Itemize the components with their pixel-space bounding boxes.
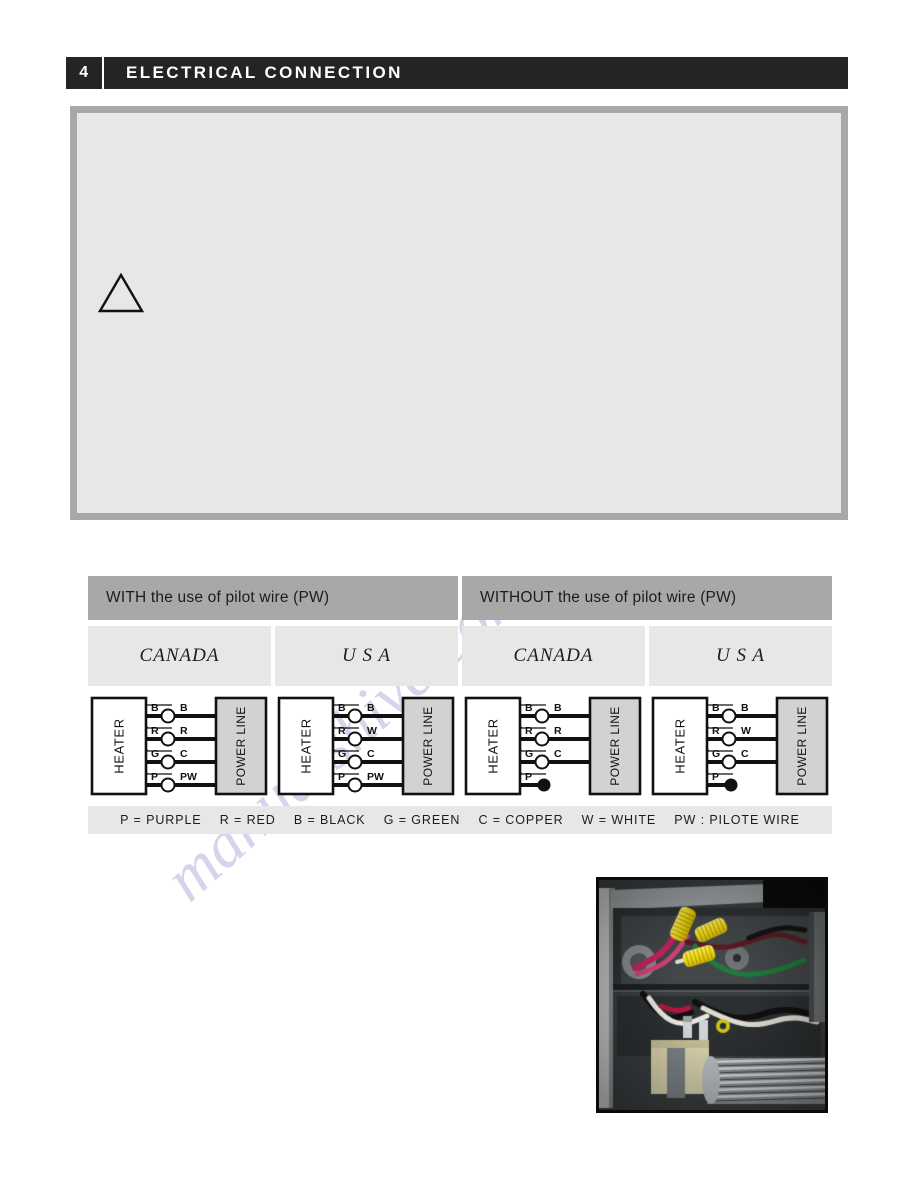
warning-triangle-icon bbox=[97, 272, 145, 313]
svg-text:P: P bbox=[525, 771, 532, 783]
svg-text:W: W bbox=[367, 725, 377, 737]
svg-text:B: B bbox=[712, 702, 720, 714]
svg-text:HEATER: HEATER bbox=[486, 718, 501, 773]
svg-text:POWER LINE: POWER LINE bbox=[795, 706, 809, 785]
legend-item: B = BLACK bbox=[293, 813, 366, 827]
svg-text:B: B bbox=[151, 702, 159, 714]
svg-text:PW: PW bbox=[367, 771, 384, 783]
svg-text:P: P bbox=[151, 771, 158, 783]
wiring-table-country-row: CANADA U S A CANADA U S A bbox=[88, 626, 832, 686]
diagram-with-canada: HEATER POWER LINE B B R R G C P PW bbox=[88, 694, 271, 798]
wiring-legend-row: P = PURPLE R = RED B = BLACK G = GREEN C… bbox=[88, 806, 832, 834]
svg-text:B: B bbox=[525, 702, 533, 714]
svg-text:G: G bbox=[151, 748, 159, 760]
svg-text:B: B bbox=[180, 702, 188, 714]
section-header-bar: 4 ELECTRICAL CONNECTION bbox=[66, 57, 848, 89]
svg-text:R: R bbox=[180, 725, 188, 737]
wiring-photo-image bbox=[599, 880, 825, 1110]
svg-text:W: W bbox=[741, 725, 751, 737]
svg-text:B: B bbox=[338, 702, 346, 714]
svg-text:B: B bbox=[367, 702, 375, 714]
svg-text:C: C bbox=[367, 748, 375, 760]
svg-text:POWER LINE: POWER LINE bbox=[421, 706, 435, 785]
svg-text:R: R bbox=[151, 725, 159, 737]
svg-text:POWER LINE: POWER LINE bbox=[234, 706, 248, 785]
wiring-table: WITH the use of pilot wire (PW) WITHOUT … bbox=[88, 576, 832, 834]
legend-item: W = WHITE bbox=[581, 813, 657, 827]
wiring-header-with-pw: WITH the use of pilot wire (PW) bbox=[88, 576, 458, 620]
country-cell-without-canada: CANADA bbox=[462, 626, 645, 686]
page-title: ELECTRICAL CONNECTION bbox=[126, 63, 403, 82]
svg-text:C: C bbox=[741, 748, 749, 760]
legend-item: R = RED bbox=[219, 813, 276, 827]
wiring-photo bbox=[596, 877, 828, 1113]
svg-text:HEATER: HEATER bbox=[673, 718, 688, 773]
country-cell-without-usa: U S A bbox=[649, 626, 832, 686]
legend-item: P = PURPLE bbox=[120, 813, 202, 827]
country-cell-with-usa: U S A bbox=[275, 626, 458, 686]
svg-text:C: C bbox=[554, 748, 562, 760]
svg-text:HEATER: HEATER bbox=[112, 718, 127, 773]
diagram-with-usa: HEATER POWER LINE B B R W G C P PW bbox=[275, 694, 458, 798]
svg-text:B: B bbox=[741, 702, 749, 714]
svg-text:B: B bbox=[554, 702, 562, 714]
svg-text:G: G bbox=[525, 748, 533, 760]
country-cell-with-canada: CANADA bbox=[88, 626, 271, 686]
svg-text:R: R bbox=[525, 725, 533, 737]
svg-text:POWER LINE: POWER LINE bbox=[608, 706, 622, 785]
svg-text:R: R bbox=[338, 725, 346, 737]
svg-text:R: R bbox=[554, 725, 562, 737]
warning-box bbox=[70, 106, 848, 520]
warning-box-inner bbox=[77, 113, 841, 513]
svg-text:C: C bbox=[180, 748, 188, 760]
svg-text:R: R bbox=[712, 725, 720, 737]
diagram-without-canada: HEATER POWER LINE B B R R G C P bbox=[462, 694, 645, 798]
diagram-without-usa: HEATER POWER LINE B B R W G C P bbox=[649, 694, 832, 798]
legend-item: G = GREEN bbox=[383, 813, 461, 827]
wiring-header-without-pw: WITHOUT the use of pilot wire (PW) bbox=[462, 576, 832, 620]
wiring-table-diagram-row: HEATER POWER LINE B B R R G C P PW HEATER POWER LI… bbox=[88, 694, 832, 798]
wiring-table-header-row: WITH the use of pilot wire (PW) WITHOUT … bbox=[88, 576, 832, 620]
svg-text:G: G bbox=[712, 748, 720, 760]
svg-text:G: G bbox=[338, 748, 346, 760]
legend-item: PW : PILOTE WIRE bbox=[674, 813, 800, 827]
svg-text:P: P bbox=[338, 771, 345, 783]
svg-text:HEATER: HEATER bbox=[299, 718, 314, 773]
svg-text:P: P bbox=[712, 771, 719, 783]
svg-text:PW: PW bbox=[180, 771, 197, 783]
section-number: 4 bbox=[79, 64, 89, 81]
legend-item: C = COPPER bbox=[478, 813, 564, 827]
